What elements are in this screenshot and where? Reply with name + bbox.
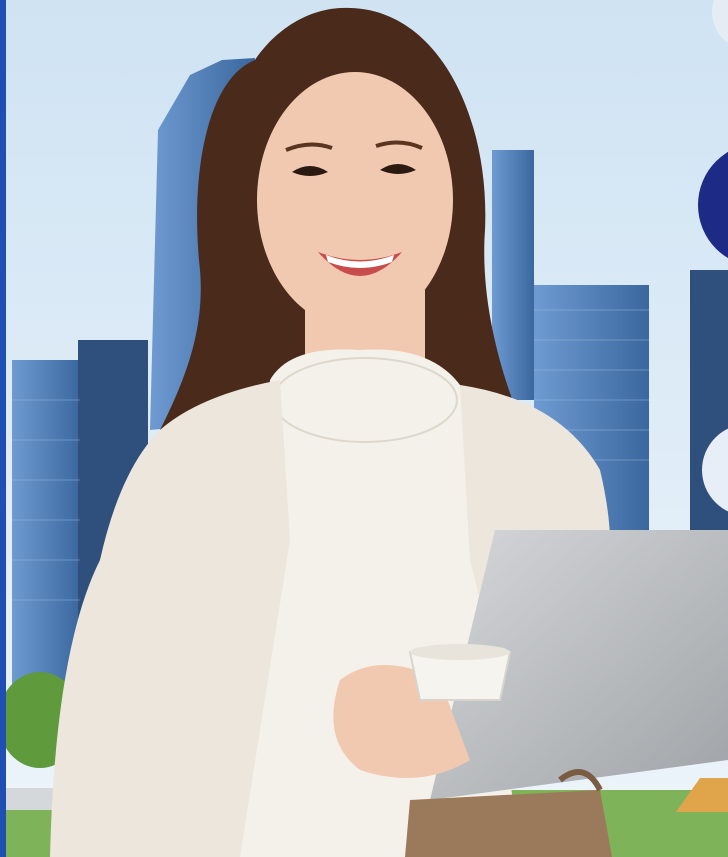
turtleneck-collar bbox=[272, 357, 458, 443]
photo-illustration bbox=[0, 0, 728, 857]
cup-lid bbox=[410, 644, 510, 660]
left-accent-bar bbox=[0, 0, 6, 857]
face bbox=[257, 72, 453, 328]
handbag bbox=[405, 790, 612, 857]
planter bbox=[6, 788, 56, 810]
building-left bbox=[12, 360, 80, 690]
hero-image bbox=[0, 0, 728, 857]
